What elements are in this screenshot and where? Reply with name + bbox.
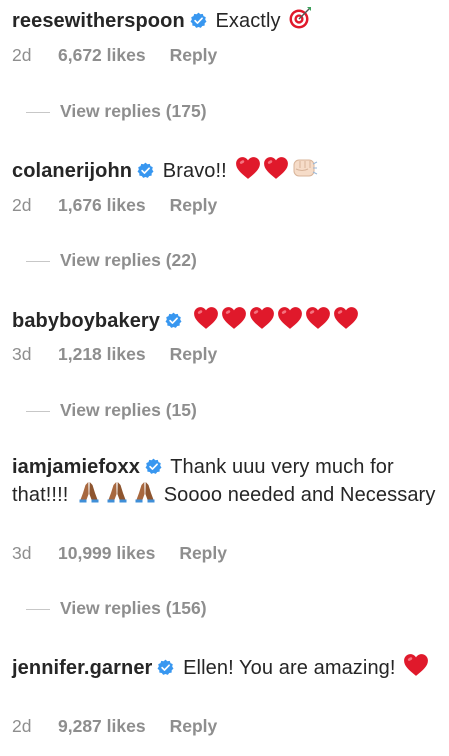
comment-text: Ellen! You are amazing! — [183, 657, 396, 679]
heart-emoji-icon — [221, 306, 247, 330]
view-replies-button[interactable]: View replies (175) — [26, 101, 207, 122]
comment-time: 3d — [12, 344, 32, 364]
verified-badge-icon — [145, 458, 162, 475]
comment-time: 2d — [12, 716, 32, 736]
comment-item: babyboybakery — [12, 306, 441, 334]
comment-username[interactable]: colanerijohn — [12, 160, 132, 182]
view-replies-label: View replies (175) — [60, 101, 207, 121]
reply-button[interactable]: Reply — [170, 195, 218, 216]
comment-text: Soooo needed and Necessary — [163, 484, 436, 506]
comment-meta: 2d 9,287 likes Reply — [12, 716, 217, 737]
comment-meta: 2d 1,676 likes Reply — [12, 195, 217, 216]
divider-line — [26, 260, 50, 262]
heart-emoji-icon — [193, 306, 219, 330]
divider-line — [26, 111, 50, 113]
view-replies-label: View replies (15) — [60, 400, 197, 420]
comment-time: 2d — [12, 45, 32, 65]
folded-hands-emoji-icon — [132, 480, 158, 504]
folded-hands-emoji-icon — [104, 480, 130, 504]
likes-count[interactable]: 9,287 likes — [58, 716, 146, 737]
view-replies-label: View replies (22) — [60, 250, 197, 270]
heart-emoji-icon — [333, 306, 359, 330]
divider-line — [26, 410, 50, 412]
comment-item: colanerijohn Bravo!! — [12, 156, 441, 184]
likes-count[interactable]: 1,218 likes — [58, 344, 146, 365]
comment-item: reesewitherspoon Exactly — [12, 6, 441, 34]
divider-line — [26, 608, 50, 610]
view-replies-button[interactable]: View replies (22) — [26, 250, 197, 271]
comment-text: Exactly — [215, 10, 281, 32]
verified-badge-icon — [137, 162, 154, 179]
comment-meta: 3d 10,999 likes Reply — [12, 543, 227, 564]
reply-button[interactable]: Reply — [170, 344, 218, 365]
verified-badge-icon — [157, 659, 174, 676]
reply-button[interactable]: Reply — [170, 716, 218, 737]
comment-time: 2d — [12, 195, 32, 215]
reply-button[interactable]: Reply — [179, 543, 227, 564]
reply-button[interactable]: Reply — [170, 45, 218, 66]
heart-emoji-icon — [277, 306, 303, 330]
comment-username[interactable]: iamjamiefoxx — [12, 456, 140, 478]
folded-hands-emoji-icon — [76, 480, 102, 504]
comment-meta: 3d 1,218 likes Reply — [12, 344, 217, 365]
heart-emoji-icon — [263, 156, 289, 180]
view-replies-button[interactable]: View replies (156) — [26, 598, 207, 619]
comment-username[interactable]: jennifer.garner — [12, 657, 152, 679]
comment-item: jennifer.garner Ellen! You are amazing! — [12, 653, 441, 681]
comment-item: iamjamiefoxx Thank uuu very much for tha… — [12, 455, 441, 508]
comment-text: Bravo!! — [162, 160, 227, 182]
heart-emoji-icon — [235, 156, 261, 180]
heart-emoji-icon — [305, 306, 331, 330]
view-replies-label: View replies (156) — [60, 598, 207, 618]
likes-count[interactable]: 1,676 likes — [58, 195, 146, 216]
fist-emoji-icon — [291, 156, 319, 180]
comment-username[interactable]: babyboybakery — [12, 310, 160, 332]
comment-username[interactable]: reesewitherspoon — [12, 10, 185, 32]
direct-hit-emoji-icon — [288, 6, 312, 30]
likes-count[interactable]: 10,999 likes — [58, 543, 155, 564]
verified-badge-icon — [165, 312, 182, 329]
comment-time: 3d — [12, 543, 32, 563]
view-replies-button[interactable]: View replies (15) — [26, 400, 197, 421]
heart-emoji-icon — [403, 653, 429, 677]
verified-badge-icon — [190, 12, 207, 29]
heart-emoji-icon — [249, 306, 275, 330]
likes-count[interactable]: 6,672 likes — [58, 45, 146, 66]
comment-meta: 2d 6,672 likes Reply — [12, 45, 217, 66]
